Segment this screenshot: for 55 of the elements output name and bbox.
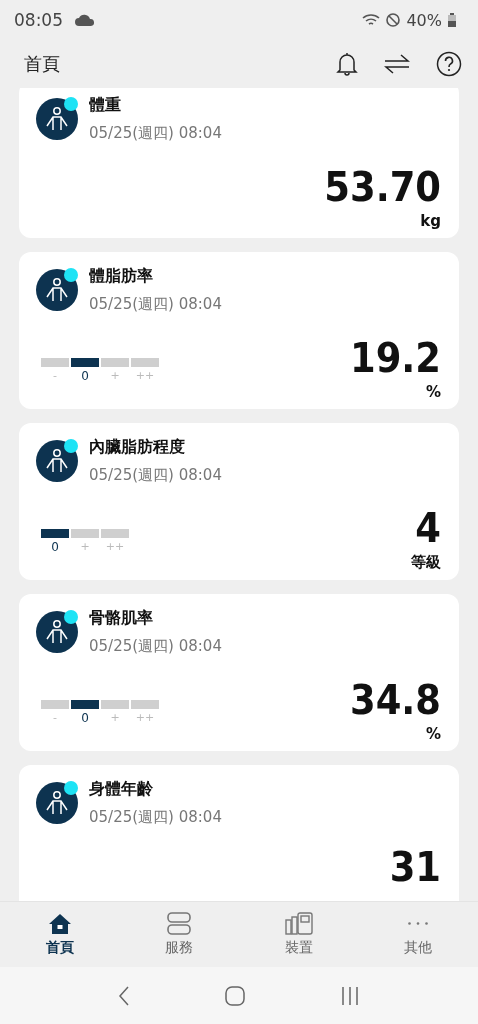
cloud-icon (75, 14, 95, 26)
home-icon (47, 912, 72, 936)
nav-tab[interactable]: 裝置 (239, 902, 359, 967)
measurement-date: 05/25(週四) 08:04 (89, 637, 222, 656)
back-icon[interactable] (116, 984, 131, 1007)
stacked-cards-icon (166, 912, 193, 936)
status-time: 08:05 (14, 10, 63, 30)
scale-label: ++ (135, 369, 155, 382)
metric-title: 身體年齡 (89, 779, 154, 800)
devices-icon (283, 912, 314, 936)
metric-unit: % (425, 383, 441, 401)
battery-icon (448, 13, 456, 27)
scale-label: 0 (81, 711, 89, 725)
metric-unit: % (425, 725, 441, 743)
nav-tab[interactable]: 首頁 (0, 902, 120, 967)
wifi-icon (362, 13, 381, 27)
scale-label: - (53, 369, 57, 382)
metric-unit: 等級 (411, 553, 441, 572)
metric-title: 內臟脂肪程度 (89, 437, 186, 458)
metric-title: 體脂肪率 (89, 266, 154, 287)
metric-card[interactable]: 體脂肪率 05/25(週四) 08:04 - 0 + ++ 19.2 % (19, 252, 459, 409)
measurement-date: 05/25(週四) 08:04 (89, 124, 222, 143)
scale-label: - (53, 711, 57, 724)
help-icon[interactable] (436, 51, 462, 77)
metric-unit: kg (420, 212, 441, 230)
home-button-icon[interactable] (224, 984, 246, 1007)
scale-label: ++ (105, 540, 125, 553)
metric-card[interactable]: 骨骼肌率 05/25(週四) 08:04 - 0 + ++ 34.8 % (19, 594, 459, 751)
metric-value: 31 (389, 847, 441, 888)
battery-level: 40% (406, 10, 442, 30)
metric-card[interactable]: 體重 05/25(週四) 08:04 53.70 kg (19, 88, 459, 238)
measurement-date: 05/25(週四) 08:04 (89, 295, 222, 314)
metric-value: 19.2 (350, 338, 441, 379)
nav-tab[interactable]: 其他 (358, 902, 478, 967)
metric-value: 53.70 (324, 167, 441, 208)
page-title: 首頁 (24, 52, 60, 76)
scale-label: 0 (51, 540, 59, 554)
scale-label: + (110, 711, 120, 724)
nav-tab[interactable]: 服務 (119, 902, 239, 967)
bell-icon[interactable] (336, 51, 358, 77)
metric-card[interactable]: 身體年齡 05/25(週四) 08:04 31 (19, 765, 459, 901)
scale-label: + (80, 540, 90, 553)
metric-title: 骨骼肌率 (89, 608, 154, 629)
no-entry-icon (386, 13, 401, 27)
scale-label: 0 (81, 369, 89, 383)
metric-value: 4 (415, 508, 441, 549)
measurement-date: 05/25(週四) 08:04 (89, 808, 222, 827)
metric-title: 體重 (89, 95, 122, 116)
swap-icon[interactable] (384, 53, 410, 75)
more-icon (408, 922, 429, 925)
measurement-date: 05/25(週四) 08:04 (89, 466, 222, 485)
metric-value: 34.8 (350, 680, 441, 721)
scale-label: + (110, 369, 120, 382)
metric-card[interactable]: 內臟脂肪程度 05/25(週四) 08:04 0 + ++ 4 等級 (19, 423, 459, 580)
scale-label: ++ (135, 711, 155, 724)
